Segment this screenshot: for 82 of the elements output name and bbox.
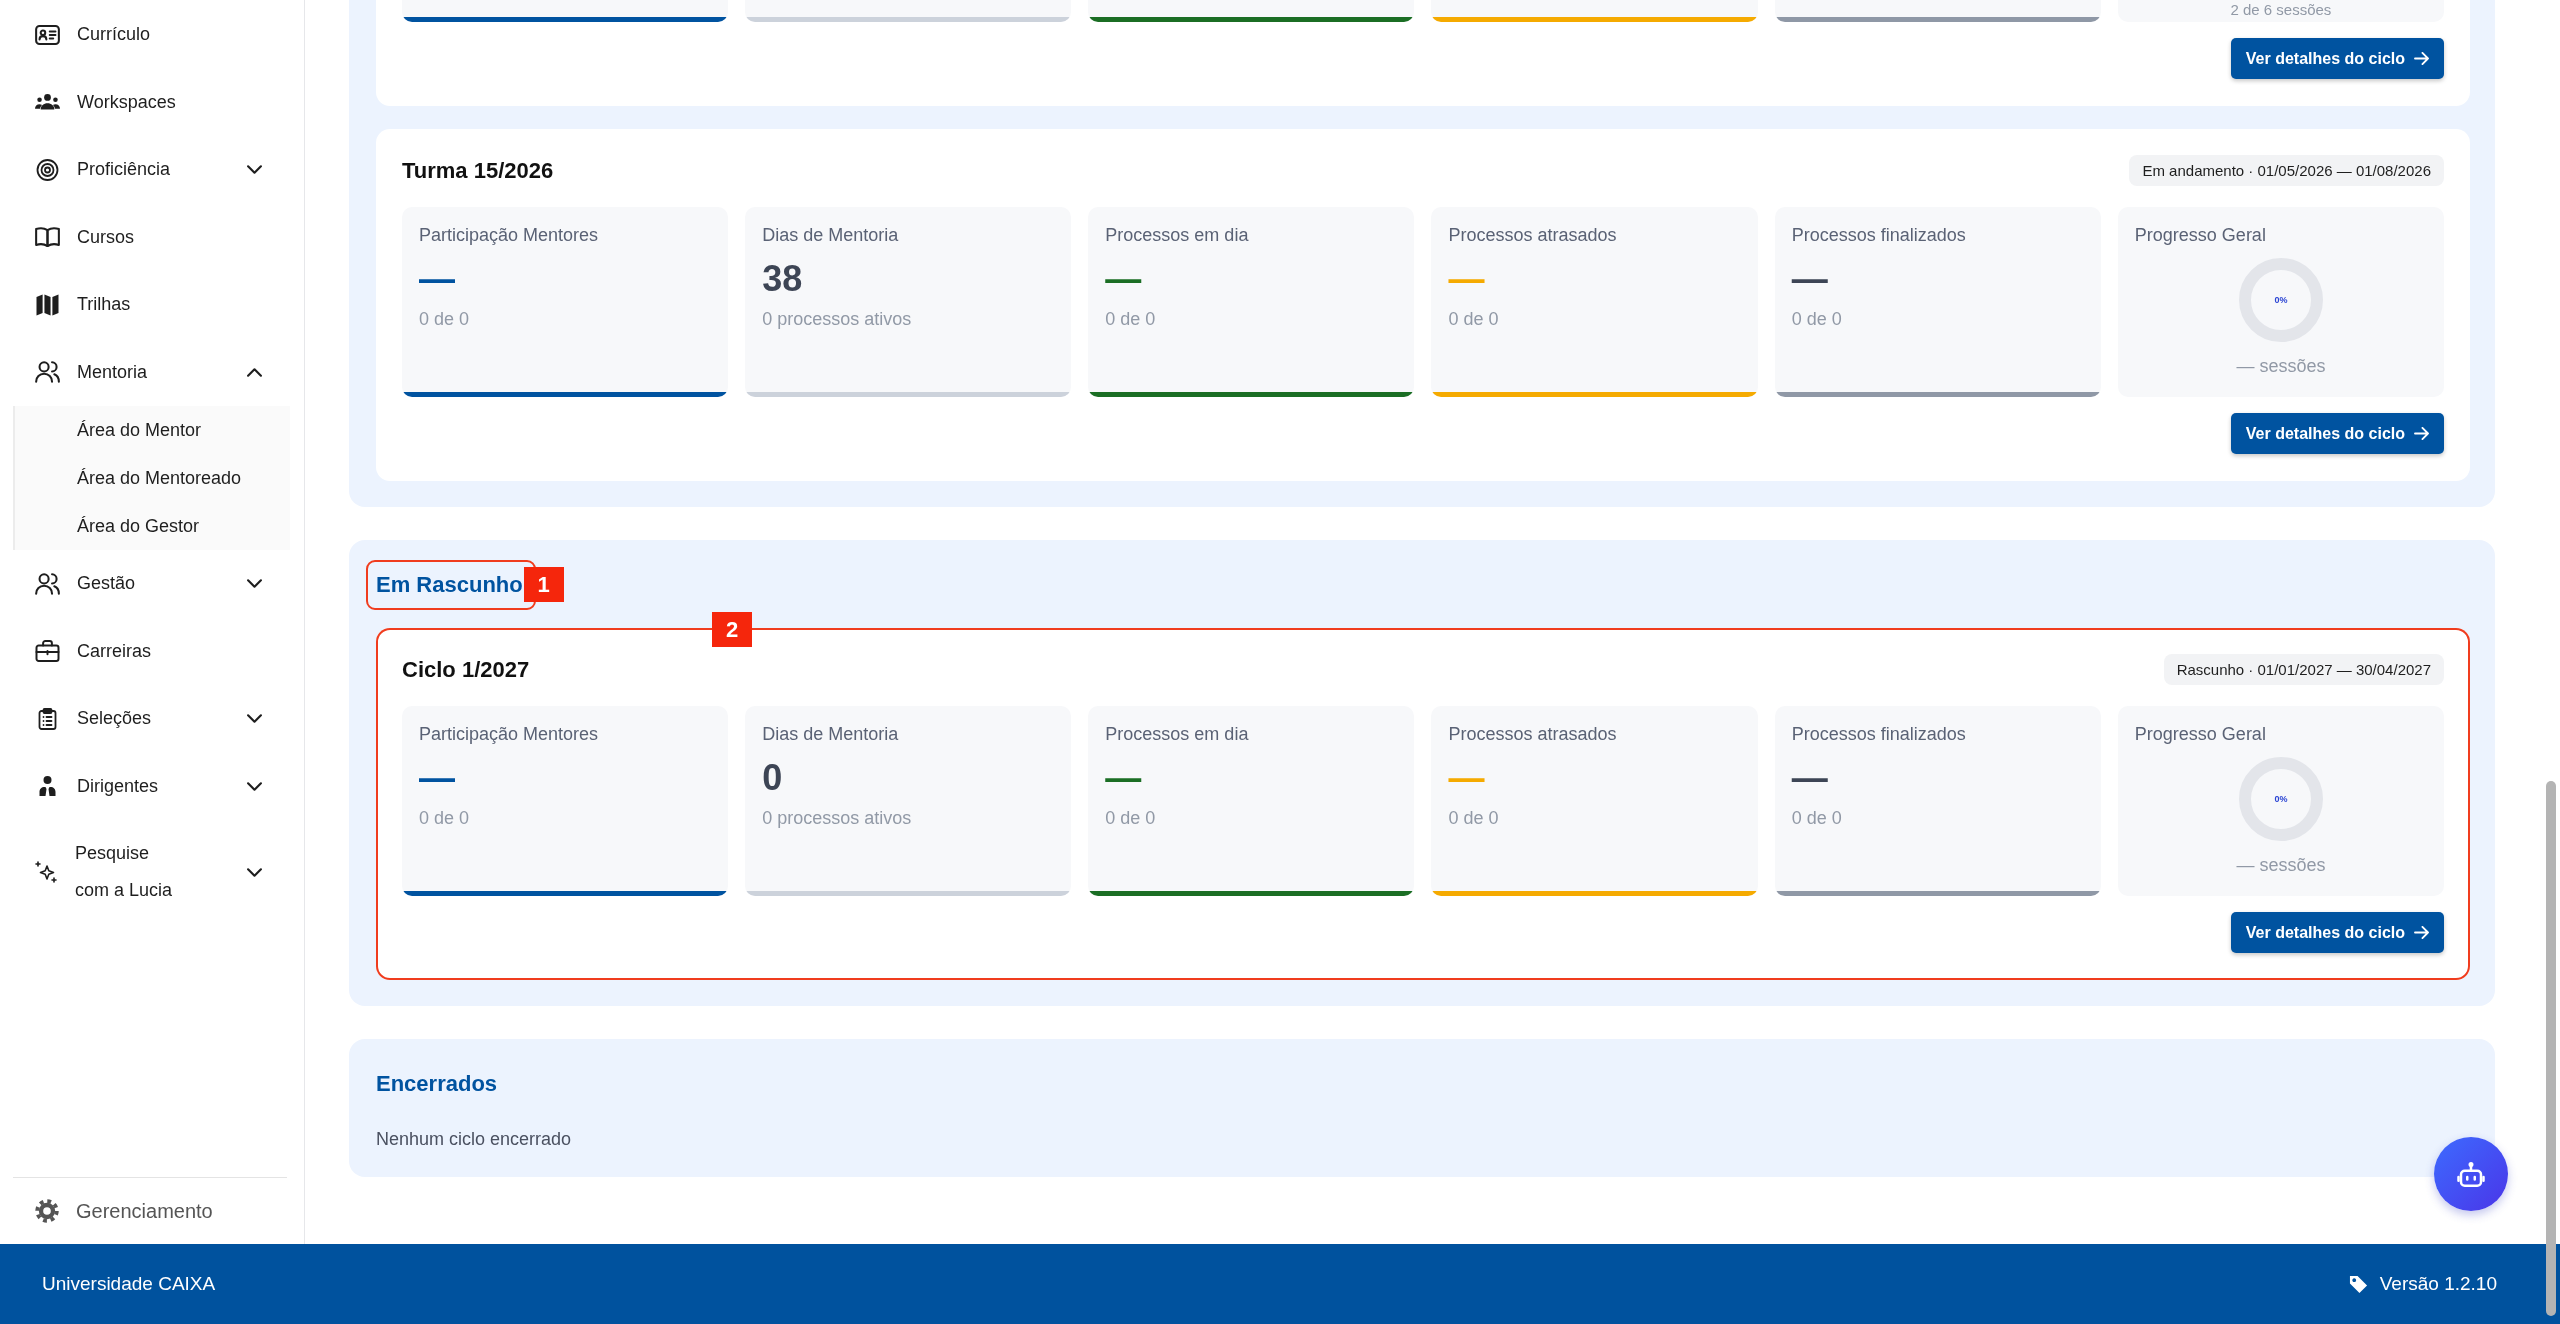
cycle-title: Ciclo 1/2027 [402, 656, 530, 683]
section-title: Em Rascunho [376, 571, 523, 599]
section-title: Encerrados [376, 1070, 498, 1098]
stat-label: Participação Mentores [419, 723, 600, 746]
sidebar-item[interactable]: Gerenciamento [0, 1178, 304, 1244]
status-badge: Rascunho · 01/01/2027 — 30/04/2027 [2163, 654, 2444, 685]
empty-message: Nenhum ciclo encerrado [376, 1128, 573, 1151]
stat-value: — [1791, 259, 1828, 299]
sessions-text: — sessões [2236, 854, 2326, 877]
version-text: Versão 1.2.10 [2379, 1273, 2497, 1295]
stat-label: Progresso Geral [2134, 224, 2267, 247]
stat-label: Dias de Mentoria [762, 723, 900, 746]
sidebar-item[interactable]: Trilhas [0, 271, 304, 339]
briefcase-icon [35, 640, 60, 663]
sidebar-item[interactable]: Mentoria [0, 338, 304, 406]
details-button[interactable]: Ver detalhes do ciclo [2230, 912, 2444, 953]
stat-value: — [1105, 758, 1142, 798]
settings-icon [35, 1199, 59, 1223]
stat-label: Processos finalizados [1791, 224, 1967, 247]
map-icon [35, 293, 60, 316]
stat-value: — [419, 758, 455, 798]
robot-icon [2457, 1161, 2485, 1187]
sidebar-item[interactable]: Cursos [0, 203, 304, 271]
users-icon [35, 361, 60, 384]
id-card-icon [35, 23, 60, 46]
stat-label: Progresso Geral [2134, 723, 2267, 746]
cycle-title: Turma 15/2026 [402, 157, 554, 184]
stat-detail: 0 de 0 [1448, 807, 1500, 830]
stat-label: Processos em dia [1105, 723, 1250, 746]
submenu-item[interactable]: Área do Mentoreado [15, 454, 290, 502]
stat-detail: 0 processos ativos [762, 807, 913, 830]
users-icon [35, 572, 60, 595]
stat-detail: 0 de 0 [419, 308, 471, 331]
sidebar-item[interactable]: Gestão [0, 550, 304, 618]
stat-value: — [1448, 259, 1485, 299]
sidebar-item[interactable]: Currículo [0, 1, 304, 69]
stat-detail: 0 processos ativos [762, 308, 913, 331]
stat-detail: 0 de 0 [1791, 308, 1843, 331]
stat-label: Processos em dia [1105, 224, 1250, 247]
sidebar-item[interactable]: Seleções [0, 685, 304, 753]
chat-button[interactable] [2434, 1137, 2508, 1211]
tag-icon [2348, 1274, 2368, 1294]
brand-text: Universidade CAIXA [42, 1273, 216, 1295]
status-badge: Em andamento · 01/05/2026 — 01/08/2026 [2129, 155, 2444, 186]
stat-label: Processos atrasados [1448, 723, 1618, 746]
stat-value: — [1791, 758, 1828, 798]
stat-label: Participação Mentores [419, 224, 600, 247]
arrow-right-icon [2414, 926, 2429, 939]
sidebar-item[interactable]: Dirigentes [0, 752, 304, 820]
annotation-badge: 2 [712, 612, 752, 647]
stat-value: — [1105, 259, 1142, 299]
sidebar-item[interactable]: Workspaces [0, 68, 304, 136]
stat-label: Processos finalizados [1791, 723, 1967, 746]
details-button[interactable]: Ver detalhes do ciclo [2230, 413, 2444, 454]
scrollbar-thumb[interactable] [2546, 781, 2556, 1316]
stat-value: 0 [762, 758, 783, 798]
stat-value: — [419, 259, 455, 299]
arrow-right-icon [2414, 52, 2429, 65]
stat-value: 38 [762, 259, 803, 299]
annotation-badge: 1 [523, 567, 564, 602]
stat-detail: 0 de 0 [1105, 807, 1157, 830]
sidebar-item[interactable]: Pesquise com a Lucia [0, 820, 304, 924]
arrow-right-icon [2414, 427, 2429, 440]
submenu-item[interactable]: Área do Gestor [15, 502, 290, 550]
sidebar-item[interactable]: Proficiência [0, 136, 304, 204]
book-icon [35, 226, 60, 249]
stat-detail: 0 de 0 [1105, 308, 1157, 331]
stat-detail: 0 de 0 [419, 807, 471, 830]
sidebar-item[interactable]: Carreiras [0, 617, 304, 685]
stat-label: Processos atrasados [1448, 224, 1618, 247]
progress-percent: 0% [2274, 794, 2288, 804]
target-icon [35, 158, 60, 181]
sparkles-icon [35, 861, 57, 883]
details-button[interactable]: Ver detalhes do ciclo [2230, 38, 2444, 79]
stat-value: — [1448, 758, 1485, 798]
submenu-item[interactable]: Área do Mentor [15, 406, 290, 454]
stat-label: Dias de Mentoria [762, 224, 900, 247]
sessions-text: 2 de 6 sessões [2230, 0, 2332, 20]
stat-detail: 0 de 0 [1448, 308, 1500, 331]
sessions-text: — sessões [2236, 355, 2326, 378]
progress-percent: 0% [2274, 295, 2288, 305]
stat-detail: 0 de 0 [1791, 807, 1843, 830]
